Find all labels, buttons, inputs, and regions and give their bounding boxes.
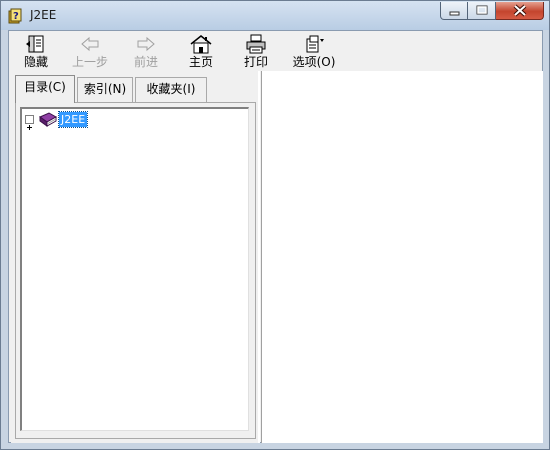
window-title: J2EE: [30, 8, 57, 22]
tab-favorites-label: 收藏夹(I): [146, 82, 196, 96]
printer-icon: [246, 34, 266, 54]
home-label: 主页: [188, 55, 213, 69]
contents-panel: J2EE: [15, 102, 256, 439]
tab-favorites[interactable]: 收藏夹(I): [135, 77, 207, 102]
help-book-icon: ?: [8, 8, 24, 24]
client-area: 隐藏 上一步 前进 主页 打印 选项(O) 目录(C) 索引(N) 收藏夹(I)…: [8, 30, 543, 443]
forward-arrow-icon: [137, 36, 155, 52]
forward-label: 前进: [133, 55, 158, 69]
tab-index-label: 索引(N): [83, 82, 127, 96]
close-button[interactable]: [496, 2, 544, 20]
tree-node-label[interactable]: J2EE: [57, 111, 89, 128]
help-window: ? J2EE 隐藏 上一步 前进 主页 打印 选项(O) 目录(C) 索引(N)…: [0, 0, 550, 450]
hide-icon: [26, 35, 44, 53]
topic-content-pane[interactable]: [261, 71, 543, 443]
book-icon: [38, 111, 58, 132]
back-arrow-icon: [81, 36, 99, 52]
forward-button[interactable]: 前进: [122, 34, 170, 70]
back-button[interactable]: 上一步: [66, 34, 114, 70]
plus-icon: [27, 125, 32, 130]
tab-contents[interactable]: 目录(C): [15, 75, 75, 103]
expand-toggle[interactable]: [25, 115, 34, 130]
minimize-icon: [449, 11, 460, 16]
hide-label: 隐藏: [23, 55, 48, 69]
svg-text:?: ?: [13, 11, 19, 22]
minimize-button[interactable]: [440, 2, 468, 20]
options-button[interactable]: 选项(O): [289, 34, 339, 70]
title-bar[interactable]: ? J2EE: [1, 1, 549, 30]
print-button[interactable]: 打印: [232, 34, 280, 70]
navigation-pane: 目录(C) 索引(N) 收藏夹(I) J2EE: [11, 71, 260, 443]
home-icon: [190, 35, 212, 54]
hide-button[interactable]: 隐藏: [12, 34, 60, 70]
tab-contents-label: 目录(C): [24, 80, 66, 94]
home-button[interactable]: 主页: [177, 34, 225, 70]
maximize-button[interactable]: [468, 2, 496, 20]
toolbar: 隐藏 上一步 前进 主页 打印 选项(O): [9, 31, 542, 71]
tab-index[interactable]: 索引(N): [77, 77, 133, 102]
contents-tree[interactable]: J2EE: [20, 107, 249, 431]
options-icon: [306, 35, 324, 53]
back-label: 上一步: [71, 55, 108, 69]
maximize-icon: [476, 5, 488, 15]
options-label: 选项(O): [292, 55, 336, 69]
close-icon: [513, 4, 527, 17]
print-label: 打印: [243, 55, 268, 69]
